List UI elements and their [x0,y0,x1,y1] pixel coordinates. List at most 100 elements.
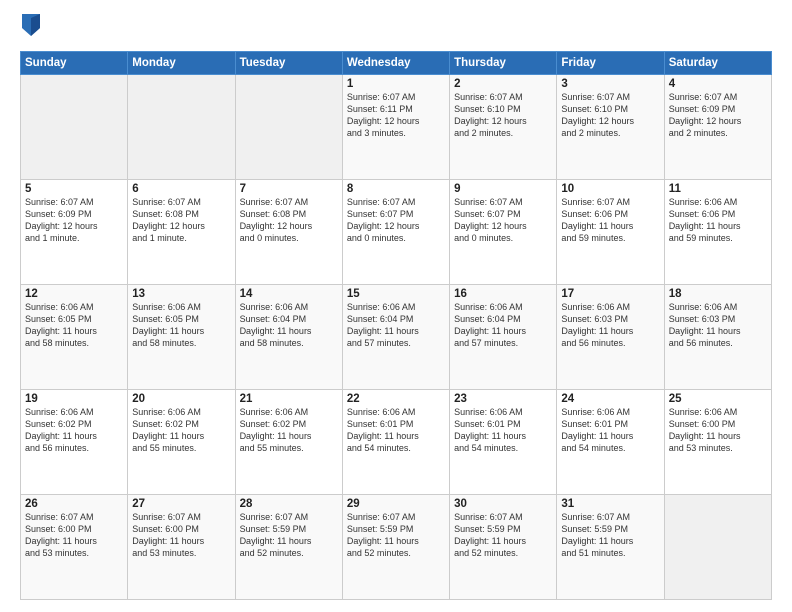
calendar-cell: 21Sunrise: 6:06 AM Sunset: 6:02 PM Dayli… [235,389,342,494]
day-info: Sunrise: 6:07 AM Sunset: 6:08 PM Dayligh… [132,196,230,245]
day-info: Sunrise: 6:07 AM Sunset: 6:10 PM Dayligh… [454,91,552,140]
page: SundayMondayTuesdayWednesdayThursdayFrid… [0,0,792,612]
logo [20,16,40,41]
calendar-cell: 13Sunrise: 6:06 AM Sunset: 6:05 PM Dayli… [128,284,235,389]
day-number: 16 [454,288,552,300]
calendar-cell: 22Sunrise: 6:06 AM Sunset: 6:01 PM Dayli… [342,389,449,494]
calendar-cell: 14Sunrise: 6:06 AM Sunset: 6:04 PM Dayli… [235,284,342,389]
calendar-header-row: SundayMondayTuesdayWednesdayThursdayFrid… [21,51,772,74]
day-of-week-friday: Friday [557,51,664,74]
calendar-cell: 12Sunrise: 6:06 AM Sunset: 6:05 PM Dayli… [21,284,128,389]
calendar-cell: 23Sunrise: 6:06 AM Sunset: 6:01 PM Dayli… [450,389,557,494]
day-number: 13 [132,288,230,300]
day-number: 28 [240,498,338,510]
calendar-cell: 17Sunrise: 6:06 AM Sunset: 6:03 PM Dayli… [557,284,664,389]
calendar-cell: 11Sunrise: 6:06 AM Sunset: 6:06 PM Dayli… [664,179,771,284]
calendar-cell: 5Sunrise: 6:07 AM Sunset: 6:09 PM Daylig… [21,179,128,284]
day-info: Sunrise: 6:07 AM Sunset: 6:06 PM Dayligh… [561,196,659,245]
day-info: Sunrise: 6:07 AM Sunset: 5:59 PM Dayligh… [454,511,552,560]
calendar-cell: 6Sunrise: 6:07 AM Sunset: 6:08 PM Daylig… [128,179,235,284]
day-number: 1 [347,78,445,90]
day-info: Sunrise: 6:06 AM Sunset: 6:04 PM Dayligh… [347,301,445,350]
day-info: Sunrise: 6:06 AM Sunset: 6:02 PM Dayligh… [240,406,338,455]
day-number: 3 [561,78,659,90]
calendar-cell [128,74,235,179]
day-info: Sunrise: 6:07 AM Sunset: 5:59 PM Dayligh… [347,511,445,560]
day-info: Sunrise: 6:07 AM Sunset: 6:00 PM Dayligh… [25,511,123,560]
day-number: 22 [347,393,445,405]
calendar-week-5: 26Sunrise: 6:07 AM Sunset: 6:00 PM Dayli… [21,494,772,599]
day-info: Sunrise: 6:06 AM Sunset: 6:01 PM Dayligh… [347,406,445,455]
day-info: Sunrise: 6:06 AM Sunset: 6:05 PM Dayligh… [132,301,230,350]
day-of-week-thursday: Thursday [450,51,557,74]
day-number: 17 [561,288,659,300]
calendar-cell: 25Sunrise: 6:06 AM Sunset: 6:00 PM Dayli… [664,389,771,494]
day-number: 19 [25,393,123,405]
day-info: Sunrise: 6:07 AM Sunset: 5:59 PM Dayligh… [561,511,659,560]
header [20,16,772,41]
calendar-cell: 20Sunrise: 6:06 AM Sunset: 6:02 PM Dayli… [128,389,235,494]
calendar-cell: 1Sunrise: 6:07 AM Sunset: 6:11 PM Daylig… [342,74,449,179]
day-number: 21 [240,393,338,405]
calendar-week-1: 1Sunrise: 6:07 AM Sunset: 6:11 PM Daylig… [21,74,772,179]
calendar-week-3: 12Sunrise: 6:06 AM Sunset: 6:05 PM Dayli… [21,284,772,389]
day-number: 7 [240,183,338,195]
calendar-cell: 31Sunrise: 6:07 AM Sunset: 5:59 PM Dayli… [557,494,664,599]
calendar-cell: 3Sunrise: 6:07 AM Sunset: 6:10 PM Daylig… [557,74,664,179]
logo-icon [22,14,40,36]
day-info: Sunrise: 6:06 AM Sunset: 6:04 PM Dayligh… [454,301,552,350]
calendar-cell: 4Sunrise: 6:07 AM Sunset: 6:09 PM Daylig… [664,74,771,179]
calendar-cell [235,74,342,179]
day-number: 26 [25,498,123,510]
day-info: Sunrise: 6:06 AM Sunset: 6:01 PM Dayligh… [454,406,552,455]
day-info: Sunrise: 6:07 AM Sunset: 6:11 PM Dayligh… [347,91,445,140]
day-info: Sunrise: 6:06 AM Sunset: 6:05 PM Dayligh… [25,301,123,350]
day-info: Sunrise: 6:07 AM Sunset: 6:07 PM Dayligh… [347,196,445,245]
day-number: 18 [669,288,767,300]
day-number: 29 [347,498,445,510]
day-info: Sunrise: 6:06 AM Sunset: 6:00 PM Dayligh… [669,406,767,455]
day-number: 12 [25,288,123,300]
day-number: 15 [347,288,445,300]
calendar-cell: 16Sunrise: 6:06 AM Sunset: 6:04 PM Dayli… [450,284,557,389]
calendar-cell: 9Sunrise: 6:07 AM Sunset: 6:07 PM Daylig… [450,179,557,284]
day-number: 27 [132,498,230,510]
day-number: 2 [454,78,552,90]
day-info: Sunrise: 6:07 AM Sunset: 6:09 PM Dayligh… [25,196,123,245]
day-info: Sunrise: 6:07 AM Sunset: 6:10 PM Dayligh… [561,91,659,140]
day-number: 9 [454,183,552,195]
calendar-cell: 19Sunrise: 6:06 AM Sunset: 6:02 PM Dayli… [21,389,128,494]
day-info: Sunrise: 6:07 AM Sunset: 6:08 PM Dayligh… [240,196,338,245]
calendar-cell: 10Sunrise: 6:07 AM Sunset: 6:06 PM Dayli… [557,179,664,284]
calendar-cell: 27Sunrise: 6:07 AM Sunset: 6:00 PM Dayli… [128,494,235,599]
day-info: Sunrise: 6:06 AM Sunset: 6:01 PM Dayligh… [561,406,659,455]
calendar-cell [21,74,128,179]
day-number: 11 [669,183,767,195]
day-info: Sunrise: 6:07 AM Sunset: 5:59 PM Dayligh… [240,511,338,560]
day-number: 31 [561,498,659,510]
calendar-cell: 8Sunrise: 6:07 AM Sunset: 6:07 PM Daylig… [342,179,449,284]
day-info: Sunrise: 6:06 AM Sunset: 6:03 PM Dayligh… [669,301,767,350]
calendar-cell: 26Sunrise: 6:07 AM Sunset: 6:00 PM Dayli… [21,494,128,599]
day-number: 23 [454,393,552,405]
calendar-cell [664,494,771,599]
calendar-cell: 24Sunrise: 6:06 AM Sunset: 6:01 PM Dayli… [557,389,664,494]
day-of-week-wednesday: Wednesday [342,51,449,74]
calendar-week-4: 19Sunrise: 6:06 AM Sunset: 6:02 PM Dayli… [21,389,772,494]
day-of-week-saturday: Saturday [664,51,771,74]
calendar-cell: 30Sunrise: 6:07 AM Sunset: 5:59 PM Dayli… [450,494,557,599]
day-info: Sunrise: 6:06 AM Sunset: 6:06 PM Dayligh… [669,196,767,245]
day-info: Sunrise: 6:06 AM Sunset: 6:02 PM Dayligh… [25,406,123,455]
day-number: 30 [454,498,552,510]
day-info: Sunrise: 6:06 AM Sunset: 6:04 PM Dayligh… [240,301,338,350]
day-info: Sunrise: 6:06 AM Sunset: 6:02 PM Dayligh… [132,406,230,455]
day-of-week-sunday: Sunday [21,51,128,74]
calendar-cell: 18Sunrise: 6:06 AM Sunset: 6:03 PM Dayli… [664,284,771,389]
day-number: 20 [132,393,230,405]
day-number: 4 [669,78,767,90]
calendar-cell: 2Sunrise: 6:07 AM Sunset: 6:10 PM Daylig… [450,74,557,179]
day-number: 24 [561,393,659,405]
day-number: 10 [561,183,659,195]
calendar-cell: 28Sunrise: 6:07 AM Sunset: 5:59 PM Dayli… [235,494,342,599]
day-info: Sunrise: 6:07 AM Sunset: 6:00 PM Dayligh… [132,511,230,560]
